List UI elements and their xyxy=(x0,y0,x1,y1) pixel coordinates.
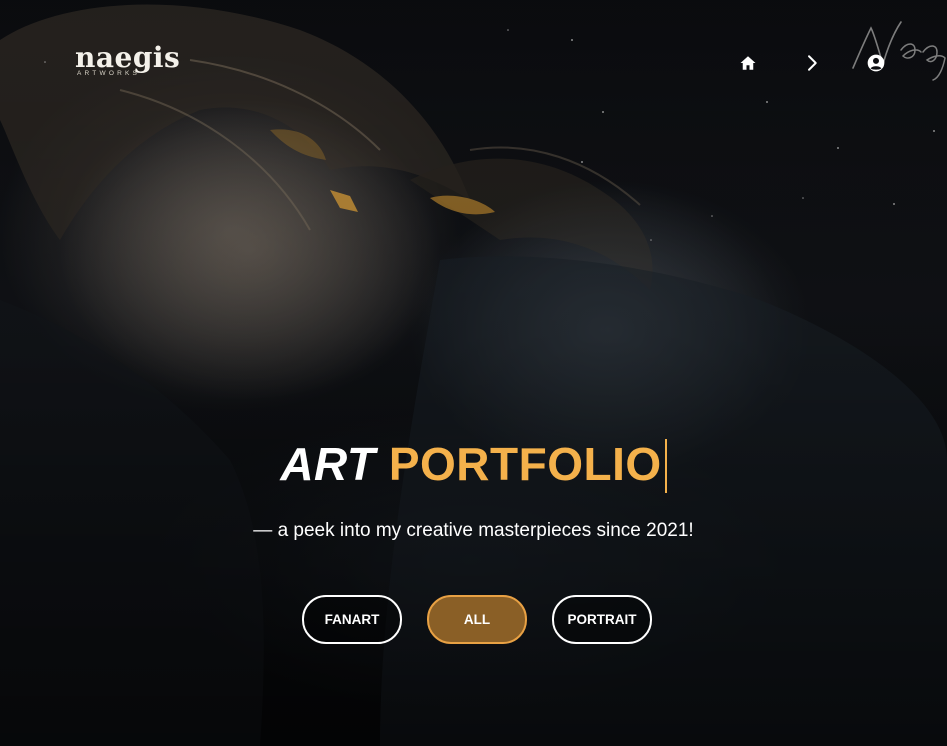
headline-word-portfolio: PORTFOLIO xyxy=(388,438,662,490)
user-circle-icon xyxy=(867,54,885,72)
category-filters: FANART ALL PORTRAIT xyxy=(302,595,652,644)
filter-label: PORTRAIT xyxy=(567,612,637,627)
filter-portrait-button[interactable]: PORTRAIT xyxy=(552,595,652,644)
filter-all-button[interactable]: ALL xyxy=(427,595,527,644)
next-button[interactable] xyxy=(801,50,823,76)
filter-label: ALL xyxy=(463,612,491,627)
filter-label: FANART xyxy=(324,612,380,627)
filter-fanart-button[interactable]: FANART xyxy=(302,595,402,644)
top-nav xyxy=(737,50,887,76)
typing-caret xyxy=(664,438,667,493)
logo-wordmark: naegis xyxy=(75,41,181,74)
headline-word-art: ART xyxy=(280,438,376,490)
tagline: — a peek into my creative masterpieces s… xyxy=(253,520,694,541)
chevron-right-icon xyxy=(808,55,817,71)
site-logo[interactable]: naegis ARTWORKS xyxy=(75,41,195,78)
account-button[interactable] xyxy=(865,50,887,76)
page-title: ART PORTFOLIO xyxy=(0,434,947,495)
home-button[interactable] xyxy=(737,50,759,76)
home-icon xyxy=(740,56,756,70)
